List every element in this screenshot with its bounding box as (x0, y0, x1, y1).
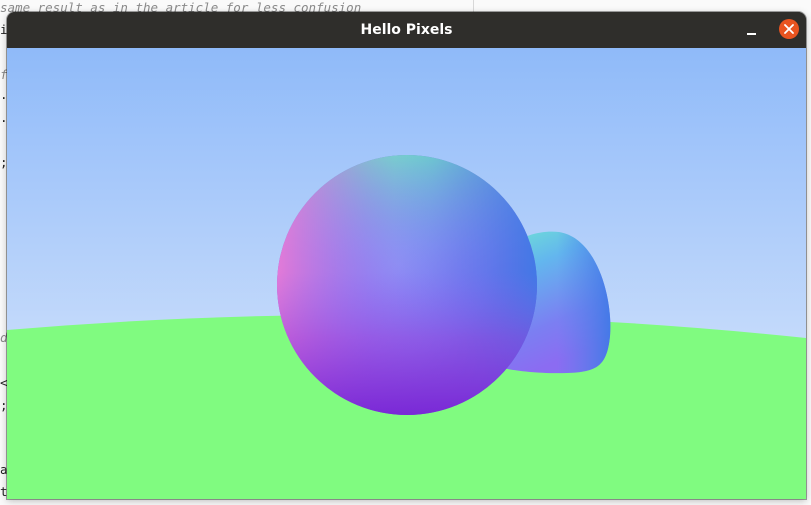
window-title: Hello Pixels (360, 22, 453, 38)
close-button[interactable] (779, 19, 799, 39)
rendered-scene (7, 48, 806, 499)
render-canvas (7, 48, 806, 499)
close-icon (784, 24, 794, 34)
main-sphere (277, 155, 537, 415)
editor-divider (473, 0, 474, 12)
window-titlebar[interactable]: Hello Pixels (7, 12, 806, 48)
minimize-button[interactable] (742, 20, 762, 40)
hello-pixels-window[interactable]: Hello Pixels (7, 12, 806, 499)
